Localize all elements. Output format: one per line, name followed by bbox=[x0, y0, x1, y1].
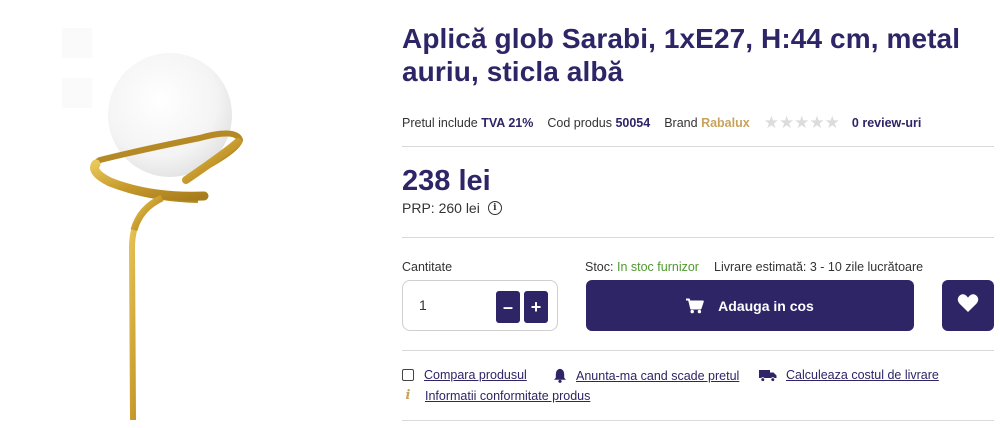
shipping-calculator[interactable]: Calculeaza costul de livrare bbox=[759, 368, 939, 382]
price-alert-link[interactable]: Anunta-ma cand scade pretul bbox=[576, 369, 739, 383]
divider bbox=[402, 146, 994, 147]
divider bbox=[402, 420, 994, 421]
divider bbox=[402, 237, 994, 238]
product-price: 238 lei bbox=[402, 165, 491, 197]
truck-icon bbox=[759, 369, 777, 382]
stock-value: In stoc furnizor bbox=[616, 260, 699, 274]
info-icon: i bbox=[405, 388, 411, 403]
prp-text: PRP: 260 lei bbox=[402, 200, 480, 216]
product-meta: Pretul include TVA 21% Cod produs 50054 … bbox=[402, 114, 921, 132]
shopping-cart-icon bbox=[686, 298, 704, 314]
compare-link[interactable]: Compara produsul bbox=[424, 368, 527, 382]
code-value: 50054 bbox=[615, 116, 651, 130]
add-to-cart-label: Adauga in cos bbox=[718, 297, 814, 314]
brand-link[interactable]: Rabalux bbox=[701, 116, 750, 130]
quantity-stepper: 1 – + bbox=[402, 280, 558, 331]
shipping-link[interactable]: Calculeaza costul de livrare bbox=[786, 368, 939, 382]
info-icon[interactable]: i bbox=[487, 201, 502, 215]
rating-stars[interactable]: ★★★★★ bbox=[764, 114, 840, 132]
delivery-estimate: Livrare estimată: 3 - 10 zile lucrătoare bbox=[714, 260, 924, 274]
code-label: Cod produs bbox=[547, 116, 612, 130]
product-info: Aplică glob Sarabi, 1xE27, H:44 cm, meta… bbox=[402, 0, 994, 428]
add-to-cart-button[interactable]: Adauga in cos bbox=[586, 280, 914, 331]
quantity-input[interactable]: 1 bbox=[419, 297, 427, 313]
quantity-label: Cantitate bbox=[402, 260, 453, 274]
compare-checkbox[interactable] bbox=[402, 369, 414, 381]
conformity-link[interactable]: Informatii conformitate produs bbox=[425, 389, 590, 403]
conformity-info[interactable]: i Informatii conformitate produs bbox=[402, 388, 591, 403]
stock-status: Stoc: In stoc furnizor bbox=[585, 260, 699, 274]
vat-value: TVA 21% bbox=[481, 116, 534, 130]
reviews-link[interactable]: 0 review-uri bbox=[852, 116, 921, 130]
compare-product[interactable]: Compara produsul bbox=[402, 368, 527, 382]
heart-icon bbox=[957, 293, 979, 318]
price-alert[interactable]: Anunta-ma cand scade pretul bbox=[553, 368, 739, 383]
product-title: Aplică glob Sarabi, 1xE27, H:44 cm, meta… bbox=[402, 23, 961, 87]
stock-label: Stoc: bbox=[585, 260, 614, 274]
bell-icon bbox=[553, 368, 567, 383]
recommended-price: PRP: 260 lei i bbox=[402, 200, 502, 216]
brand-label: Brand bbox=[664, 116, 698, 130]
wishlist-button[interactable] bbox=[942, 280, 994, 331]
vat-label: Pretul include bbox=[402, 116, 478, 130]
quantity-increase-button[interactable]: + bbox=[524, 291, 548, 323]
quantity-decrease-button[interactable]: – bbox=[496, 291, 520, 323]
product-gallery bbox=[0, 0, 290, 428]
lamp-product-image[interactable] bbox=[0, 0, 290, 428]
divider bbox=[402, 350, 994, 351]
